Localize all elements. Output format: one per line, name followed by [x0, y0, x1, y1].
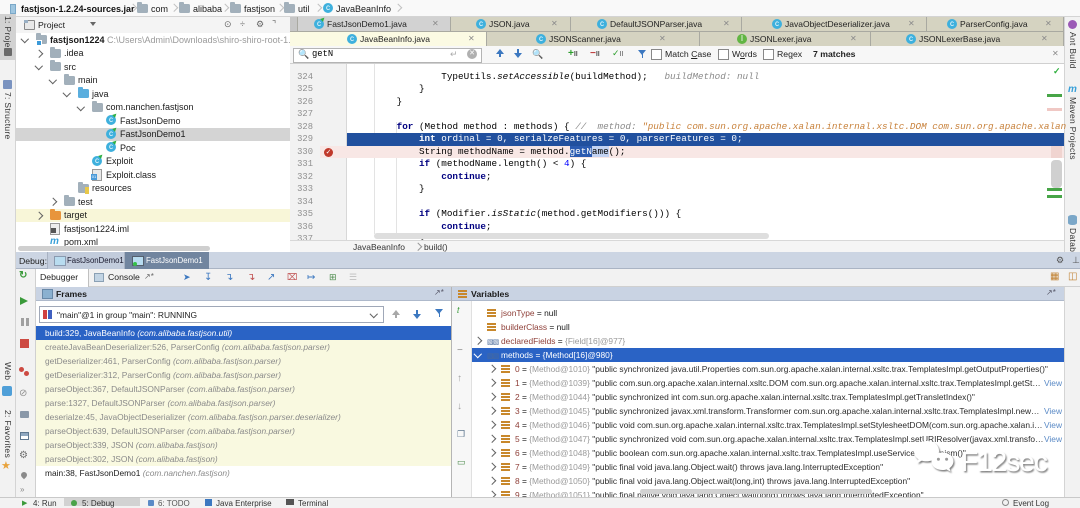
svg-text:F12sec: F12sec: [961, 446, 1048, 477]
